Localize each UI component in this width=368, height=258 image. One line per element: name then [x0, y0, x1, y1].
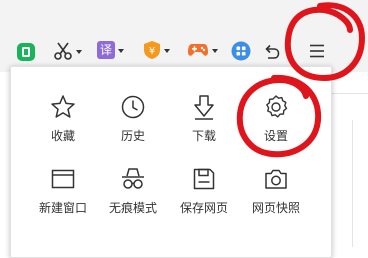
- game-dropdown-caret[interactable]: [212, 49, 218, 53]
- scissors-dropdown-caret[interactable]: [76, 50, 82, 54]
- restore-tab-button[interactable]: [262, 41, 282, 61]
- menu-item-page-snapshot[interactable]: 网页快照: [240, 165, 312, 225]
- apps-grid-icon: [231, 41, 251, 61]
- green-extension-button[interactable]: [16, 42, 36, 62]
- menu-item-new-window[interactable]: 新建窗口: [27, 165, 99, 225]
- page-divider: [330, 93, 368, 94]
- menu-item-downloads[interactable]: 下载: [168, 93, 240, 153]
- menu-item-label: 新建窗口: [38, 201, 87, 215]
- hamburger-menu-icon: [310, 44, 324, 58]
- coupon-shield-icon: ¥: [144, 41, 160, 59]
- menu-item-label: 设置: [263, 129, 288, 143]
- menu-item-settings[interactable]: 设置: [240, 93, 312, 153]
- camera-icon: [265, 169, 287, 189]
- gear-icon: [266, 95, 288, 118]
- menu-item-save-page[interactable]: 保存网页: [168, 165, 240, 225]
- menu-item-incognito[interactable]: 无痕模式: [97, 165, 169, 225]
- menu-item-favorites[interactable]: 收藏: [27, 93, 99, 153]
- menu-item-history[interactable]: 历史: [97, 93, 169, 153]
- green-extension-icon: [17, 43, 35, 61]
- translate-dropdown-caret[interactable]: [118, 49, 124, 53]
- page-divider: [352, 120, 353, 247]
- menu-item-label: 历史: [120, 129, 145, 143]
- apps-button[interactable]: [231, 41, 251, 61]
- menu-item-label: 收藏: [50, 129, 75, 143]
- coupon-dropdown-caret[interactable]: [164, 49, 170, 53]
- new-window-icon: [51, 169, 75, 189]
- menu-item-label: 网页快照: [251, 201, 300, 215]
- translate-button[interactable]: 译: [97, 41, 124, 59]
- save-icon: [193, 168, 215, 190]
- incognito-icon: [122, 168, 144, 189]
- scissors-icon: [54, 42, 72, 60]
- coupon-button[interactable]: ¥: [143, 40, 170, 60]
- menu-item-label: 下载: [191, 129, 216, 143]
- main-menu-panel: 收藏 历史 下载 设置 新建窗口 无痕模式 保存网页 网页快照: [10, 66, 332, 258]
- browser-toolbar: 译 ¥: [0, 0, 368, 72]
- translate-icon: 译: [97, 41, 115, 59]
- download-icon: [194, 95, 214, 120]
- svg-text:¥: ¥: [149, 46, 155, 57]
- gamepad-icon: [188, 44, 208, 56]
- menu-item-label: 保存网页: [179, 201, 228, 215]
- main-menu-button[interactable]: [307, 41, 327, 61]
- game-button[interactable]: [187, 42, 218, 58]
- screenshot-button[interactable]: [53, 41, 82, 61]
- undo-arrow-icon: [265, 44, 280, 59]
- clock-icon: [121, 95, 145, 119]
- menu-item-label: 无痕模式: [108, 201, 157, 215]
- star-icon: [51, 95, 75, 118]
